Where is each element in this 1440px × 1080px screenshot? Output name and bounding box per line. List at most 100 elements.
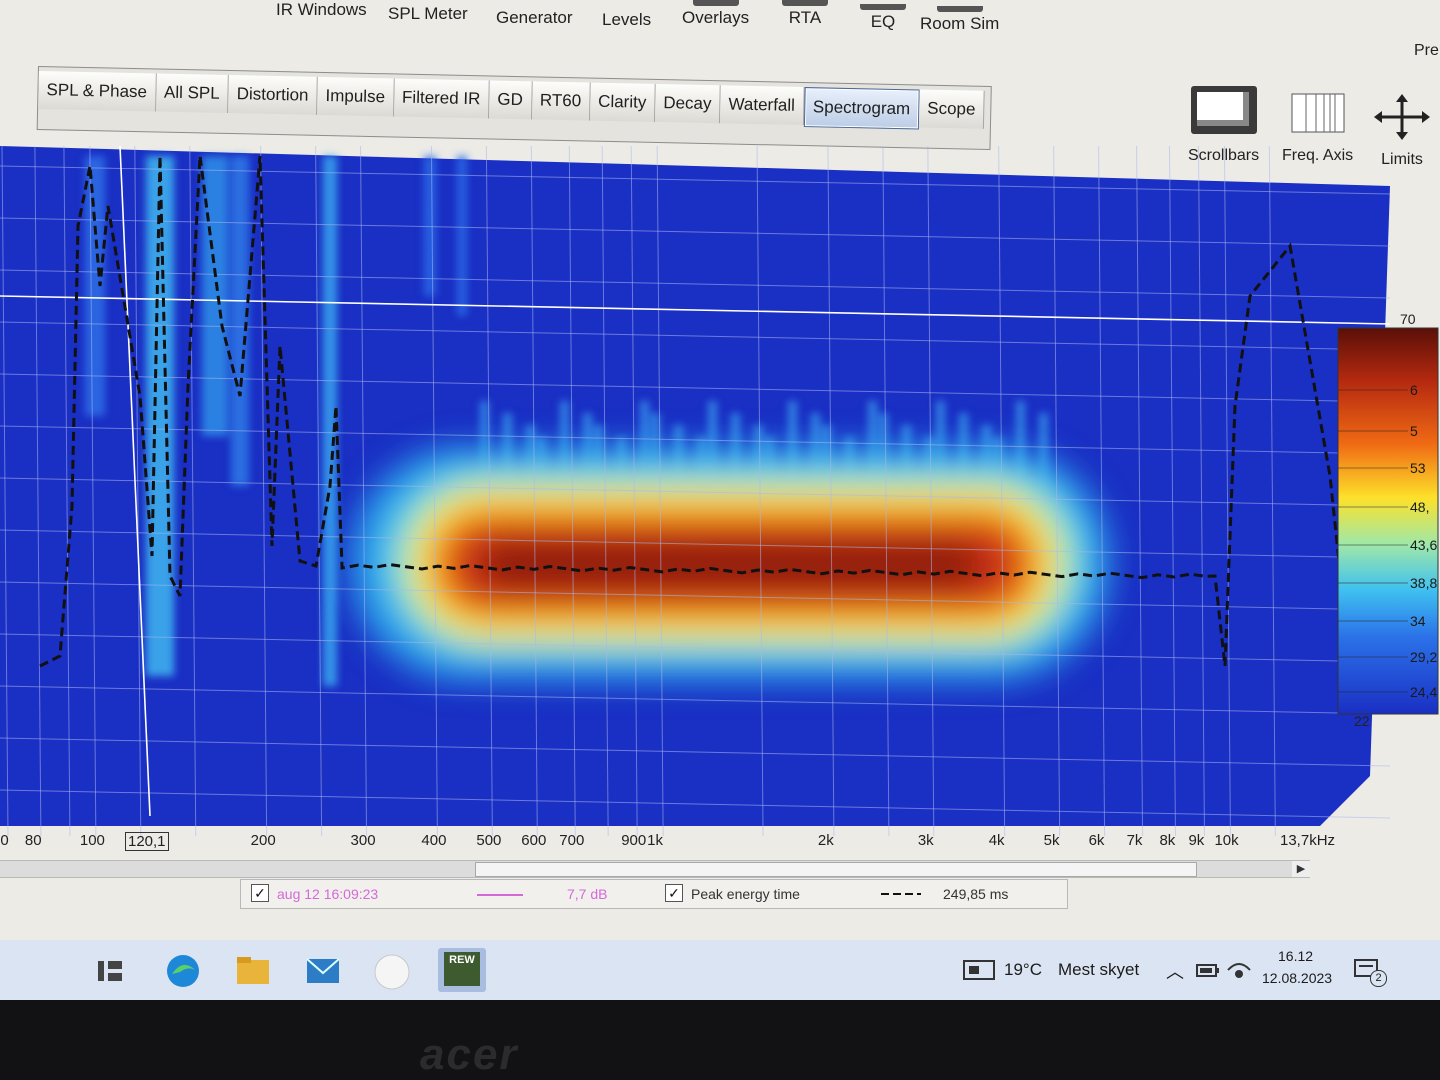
battery-icon[interactable] (1196, 962, 1220, 978)
toolbar-label: RTA (788, 8, 822, 27)
toolbar-spl-meter[interactable]: SPL Meter (388, 4, 468, 24)
scrollbars-icon (1190, 86, 1257, 134)
measurement-value: 7,7 dB (567, 886, 608, 902)
graph-legend: ✓ aug 12 16:09:23 7,7 dB ✓ Peak energy t… (240, 879, 1068, 909)
rew-taskbar-button[interactable]: REW (438, 948, 486, 992)
peak-energy-label: Peak energy time (691, 886, 800, 902)
tab-scope[interactable]: Scope (918, 89, 985, 129)
toolbar-generator[interactable]: Generator (496, 8, 573, 28)
x-tick-label: 100 (79, 832, 105, 849)
freq-axis-icon (1291, 93, 1345, 133)
overlays-icon (692, 0, 739, 6)
app-circle-icon[interactable] (372, 952, 412, 992)
low-frequency-streak (457, 156, 467, 316)
spectrogram-plot[interactable]: 70 6 5 53 48, 43,6 38,8 34 29,2 24,4 22 (0, 146, 1440, 836)
colorbar-tick-label: 38,8 (1410, 575, 1437, 591)
tab-clarity[interactable]: Clarity (589, 82, 656, 122)
tab-gd[interactable]: GD (489, 80, 533, 120)
toolbar-label: IR Windows (276, 0, 367, 19)
low-frequency-streak (146, 156, 174, 676)
colorbar-tick-label: 6 (1410, 382, 1418, 398)
tab-impulse[interactable]: Impulse (317, 76, 395, 117)
low-frequency-streak (323, 156, 337, 686)
tab-all-spl[interactable]: All SPL (155, 73, 230, 113)
clock-time[interactable]: 16.12 (1278, 948, 1313, 964)
tab-rt60[interactable]: RT60 (531, 81, 591, 121)
x-tick-label: 8k (1159, 832, 1176, 849)
eq-icon (860, 4, 906, 10)
x-tick-label: 9k (1188, 832, 1205, 849)
screen: IR Windows SPL Meter Generator Levels Ov… (0, 0, 1440, 1000)
notification-count-badge: 2 (1370, 970, 1387, 987)
x-tick-label: 3k (917, 832, 934, 849)
weather-temperature[interactable]: 19°C (1004, 960, 1042, 980)
colorbar-tick-label: 5 (1410, 423, 1418, 439)
x-tick-label: 6k (1088, 832, 1105, 849)
colorbar-tick-label: 29,2 (1410, 649, 1437, 665)
colorbar-tick-label: 22 (1354, 713, 1370, 729)
x-tick-label: 10k (1214, 832, 1239, 849)
x-tick-label: 400 (421, 832, 447, 849)
bezel-logo: acer (420, 1030, 519, 1079)
colorbar-tick-label: 43,6 (1410, 537, 1437, 553)
tab-decay[interactable]: Decay (654, 83, 721, 124)
frequency-axis: 70 80 100 120,1 200 300 400 500 600 700 9001k 2k 3k 4… (0, 832, 1440, 856)
x-tick-label: 4k (988, 832, 1005, 849)
x-tick-label: 600 (521, 832, 547, 849)
toolbar-label: Overlays (682, 8, 750, 27)
tab-waterfall[interactable]: Waterfall (720, 85, 805, 126)
low-frequency-streak (231, 156, 249, 486)
colorbar-tick-label: 70 (1400, 311, 1416, 327)
measurement-name: aug 12 16:09:23 (277, 886, 379, 902)
measurement-checkbox[interactable]: ✓ (251, 884, 269, 902)
colorbar-tick-label: 53 (1410, 460, 1426, 476)
x-tick-label: 5k (1043, 832, 1060, 849)
measurement-line-swatch (477, 894, 523, 896)
low-frequency-streak (424, 156, 436, 296)
scrollbar-thumb[interactable] (475, 862, 1197, 877)
toolbar-ir-windows[interactable]: IR Windows (276, 0, 367, 20)
toolbar-preferences[interactable]: Pre (1414, 42, 1439, 60)
weather-widget-icon[interactable] (962, 958, 996, 982)
x-tick-label: 80 (24, 832, 42, 849)
monitor-bezel (0, 1000, 1440, 1080)
tab-filtered-ir[interactable]: Filtered IR (393, 78, 490, 119)
weather-description[interactable]: Mest skyet (1058, 960, 1139, 980)
x-tick-label: 900 (621, 832, 647, 849)
x-tick-label: 70 (0, 832, 9, 849)
toolbar-label: Levels (602, 10, 652, 29)
tab-spectrogram[interactable]: Spectrogram (803, 87, 920, 130)
toolbar-label: SPL Meter (388, 4, 468, 23)
tab-spl-phase[interactable]: SPL & Phase (38, 71, 157, 112)
toolbar-eq[interactable]: EQ (860, 4, 906, 32)
clock-date[interactable]: 12.08.2023 (1262, 970, 1332, 986)
toolbar-rta[interactable]: RTA (782, 0, 828, 28)
x-tick-label: 2k (817, 832, 834, 849)
toolbar-label: Room Sim (920, 14, 1000, 33)
graph-tab-strip: SPL & Phase All SPL Distortion Impulse Filte… (36, 66, 992, 150)
mail-icon[interactable] (304, 952, 342, 988)
file-explorer-icon[interactable] (234, 952, 272, 988)
task-view-icon[interactable] (96, 958, 124, 984)
x-tick-label: 120,1 (124, 832, 169, 851)
colorbar-tick-label: 48, (1410, 499, 1429, 515)
colorbar-tick-label: 34 (1410, 613, 1426, 629)
x-tick-label: 200 (250, 832, 276, 849)
toolbar-levels[interactable]: Levels (602, 10, 651, 30)
peak-energy-value: 249,85 ms (943, 886, 1009, 902)
toolbar-label: Generator (496, 8, 573, 27)
chevron-up-icon[interactable]: ︿ (1166, 958, 1184, 984)
horizontal-scrollbar[interactable]: ▶ (0, 860, 1310, 878)
tab-distortion[interactable]: Distortion (228, 75, 318, 115)
energy-blob (350, 446, 1110, 681)
scroll-right-arrow[interactable]: ▶ (1292, 861, 1310, 877)
peak-energy-checkbox[interactable]: ✓ (665, 884, 683, 902)
colorbar-tick-label: 24,4 (1410, 684, 1437, 700)
peak-energy-line-swatch (881, 893, 921, 895)
rew-icon-label: REW (449, 954, 475, 966)
toolbar-overlays[interactable]: Overlays (682, 0, 749, 28)
edge-icon[interactable] (164, 952, 202, 990)
network-icon[interactable] (1226, 960, 1252, 980)
x-tick-label: 300 (350, 832, 376, 849)
toolbar-room-sim[interactable]: Room Sim (920, 6, 999, 34)
